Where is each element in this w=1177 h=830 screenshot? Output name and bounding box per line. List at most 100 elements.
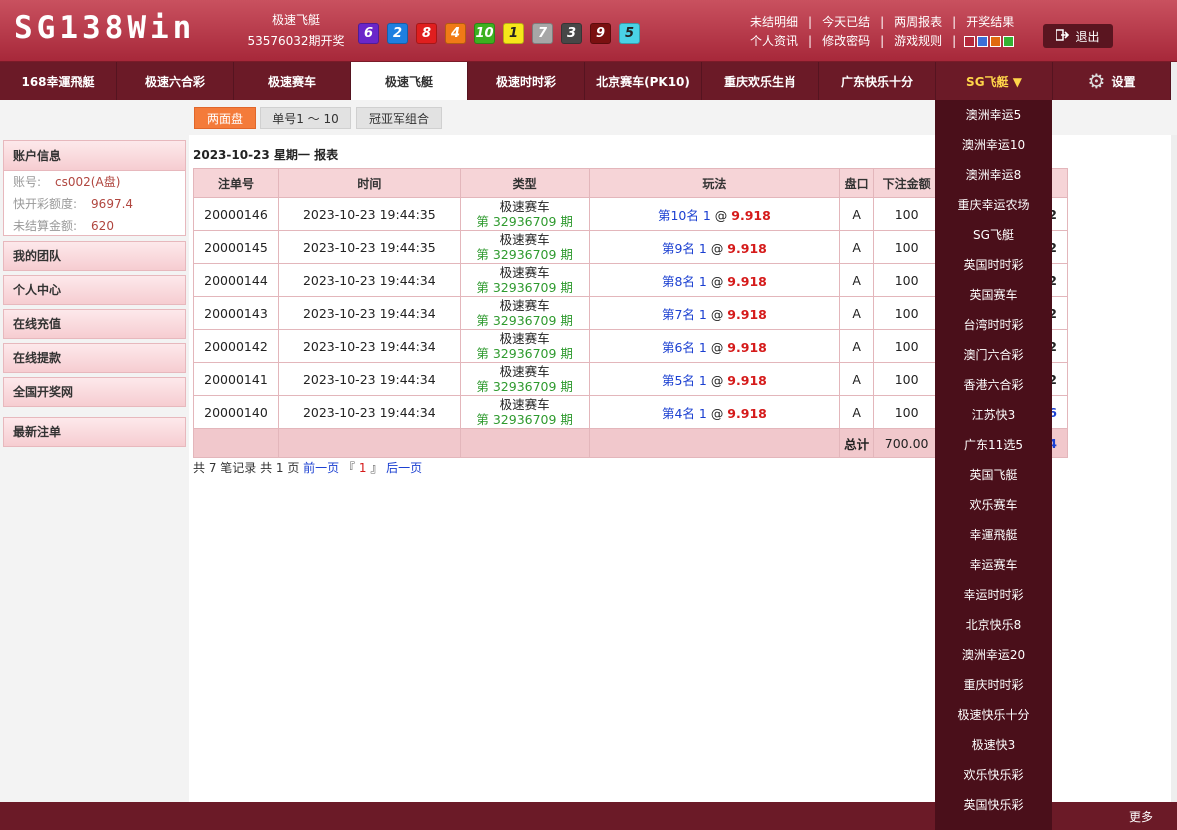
pan-cell: A [839,230,875,264]
dropdown-item[interactable]: SG飞艇 [935,220,1052,250]
nav-tab-sg-boat-dropdown[interactable]: SG飞艇 ▼ [936,62,1053,100]
nav-tab-beijing-pk10[interactable]: 北京赛车(PK10) [585,62,702,100]
nav-tab-168-lucky-boat[interactable]: 168幸運飛艇 [0,62,117,100]
dropdown-item[interactable]: 幸運飛艇 [935,520,1052,550]
nav-tab-speed-boat[interactable]: 极速飞艇 [351,62,468,100]
dropdown-item[interactable]: 澳洲幸运20 [935,640,1052,670]
result-ball: 7 [532,23,553,44]
pager-summary: 共 7 笔记录 共 1 页 [193,461,300,475]
dropdown-item[interactable]: 英国飞艇 [935,460,1052,490]
link-game-rules[interactable]: 游戏规则 [884,32,952,51]
pager-current-page[interactable]: 1 [359,461,367,475]
nav-tab-guangdong-happy-ten[interactable]: 广东快乐十分 [819,62,936,100]
dropdown-item[interactable]: 江苏快3 [935,400,1052,430]
link-draw-results[interactable]: 开奖结果 [956,13,1024,32]
amount-cell: 100 [873,329,941,363]
dropdown-item[interactable]: 重庆幸运农场 [935,190,1052,220]
dropdown-item[interactable]: 英国赛车 [935,280,1052,310]
col-header-pan: 盘口 [839,168,875,198]
play-at: @ [710,405,724,421]
dropdown-item[interactable]: 英国快乐彩 [935,790,1052,820]
play-number: 1 [698,405,707,421]
nav-settings[interactable]: ⚙ 设置 [1053,62,1171,100]
play-cell: 第9名 1 @ 9.918 [588,230,841,264]
amount-cell: 100 [873,362,941,396]
dropdown-item[interactable]: 幸运时时彩 [935,580,1052,610]
footer-more-link[interactable]: 更多 [1129,808,1153,825]
type-issue: 第 32936709 期 [476,379,573,394]
nav-tab-speed-mark-six[interactable]: 极速六合彩 [117,62,234,100]
logout-label: 退出 [1075,29,1100,44]
dropdown-item[interactable]: 极速快乐十分 [935,700,1052,730]
sidebar-online-deposit[interactable]: 在线充值 [3,309,186,339]
settings-label: 设置 [1111,74,1136,89]
play-number: 1 [698,273,707,289]
type-cell: 极速赛车第 32936709 期 [459,329,590,363]
pager-prev-link[interactable]: 前一页 [303,461,339,475]
theme-swatch[interactable] [1003,36,1015,47]
play-position: 第10名 [657,207,699,223]
dropdown-item[interactable]: 欢乐快乐彩 [935,760,1052,790]
sidebar-online-withdraw[interactable]: 在线提款 [3,343,186,373]
play-at: @ [714,207,728,223]
total-cell-empty [588,428,841,458]
theme-swatch[interactable] [990,36,1002,47]
dropdown-item[interactable]: 澳洲幸运8 [935,160,1052,190]
link-personal-info[interactable]: 个人资讯 [740,32,808,51]
type-name: 极速赛车 [499,265,550,280]
dropdown-item[interactable]: 香港六合彩 [935,370,1052,400]
play-cell: 第7名 1 @ 9.918 [588,296,841,330]
type-cell: 极速赛车第 32936709 期 [459,362,590,396]
theme-swatch[interactable] [977,36,989,47]
link-two-week-report[interactable]: 两周报表 [884,13,952,32]
dropdown-item[interactable]: 英国时时彩 [935,250,1052,280]
amount-cell: 100 [873,263,941,297]
dropdown-item[interactable]: 广东11选5 [935,430,1052,460]
site-logo[interactable]: SG138Win [14,10,195,46]
play-cell: 第5名 1 @ 9.918 [588,362,841,396]
col-header-play: 玩法 [588,168,841,198]
play-cell: 第10名 1 @ 9.918 [588,197,841,231]
nav-tab-speed-ssc[interactable]: 极速时时彩 [468,62,585,100]
sidebar-personal-center[interactable]: 个人中心 [3,275,186,305]
sidebar-national-draw-site[interactable]: 全国开奖网 [3,377,186,407]
account-label: 账号: [13,175,42,189]
play-odds: 9.918 [727,306,767,322]
dropdown-item[interactable]: 重庆时时彩 [935,670,1052,700]
play-odds: 9.918 [727,372,767,388]
unsettled-label: 未结算金额: [13,219,78,233]
dropdown-item[interactable]: 幸运赛车 [935,550,1052,580]
col-header-bet-id: 注单号 [193,168,279,198]
dropdown-item[interactable]: 澳门六合彩 [935,340,1052,370]
sg-boat-dropdown-menu: 澳洲幸运5 澳洲幸运10 澳洲幸运8 重庆幸运农场 SG飞艇 英国时时彩 英国赛车 台湾时时彩… [935,100,1052,830]
dropdown-item[interactable]: 台湾时时彩 [935,310,1052,340]
result-ball: 9 [590,23,611,44]
subtab-two-sides[interactable]: 两面盘 [194,107,256,129]
pager-next-link[interactable]: 后一页 [386,461,422,475]
top-links: 未结明细 | 今天已结 | 两周报表 | 开奖结果 个人资讯 | 修改密码 | 游戏规则 | [740,13,1024,51]
dropdown-item[interactable]: 欢乐赛车 [935,490,1052,520]
type-issue: 第 32936709 期 [476,412,573,427]
link-change-password[interactable]: 修改密码 [812,32,880,51]
link-unsettled-detail[interactable]: 未结明细 [740,13,808,32]
dropdown-item[interactable]: 极速快3 [935,730,1052,760]
play-odds: 9.918 [727,273,767,289]
result-ball: 2 [387,23,408,44]
sidebar-latest-bets[interactable]: 最新注单 [3,417,186,447]
subtab-single-number[interactable]: 单号1 ～ 10 [260,107,351,129]
type-issue: 第 32936709 期 [476,214,573,229]
gear-icon: ⚙ [1087,69,1106,93]
dropdown-item[interactable]: 澳洲幸运10 [935,130,1052,160]
nav-tab-speed-racing[interactable]: 极速赛车 [234,62,351,100]
dropdown-item[interactable]: 澳洲幸运5 [935,100,1052,130]
nav-tab-chongqing-zodiac[interactable]: 重庆欢乐生肖 [702,62,819,100]
theme-swatches [964,36,1015,47]
type-name: 极速赛车 [499,364,550,379]
subtab-top-two-combo[interactable]: 冠亚军组合 [356,107,442,129]
theme-swatch[interactable] [964,36,976,47]
link-today-settled[interactable]: 今天已结 [812,13,880,32]
logout-button[interactable]: 退出 [1043,24,1113,48]
sidebar-my-team[interactable]: 我的团队 [3,241,186,271]
dropdown-item[interactable]: 北京快乐8 [935,610,1052,640]
bet-id-cell: 20000145 [193,230,279,264]
